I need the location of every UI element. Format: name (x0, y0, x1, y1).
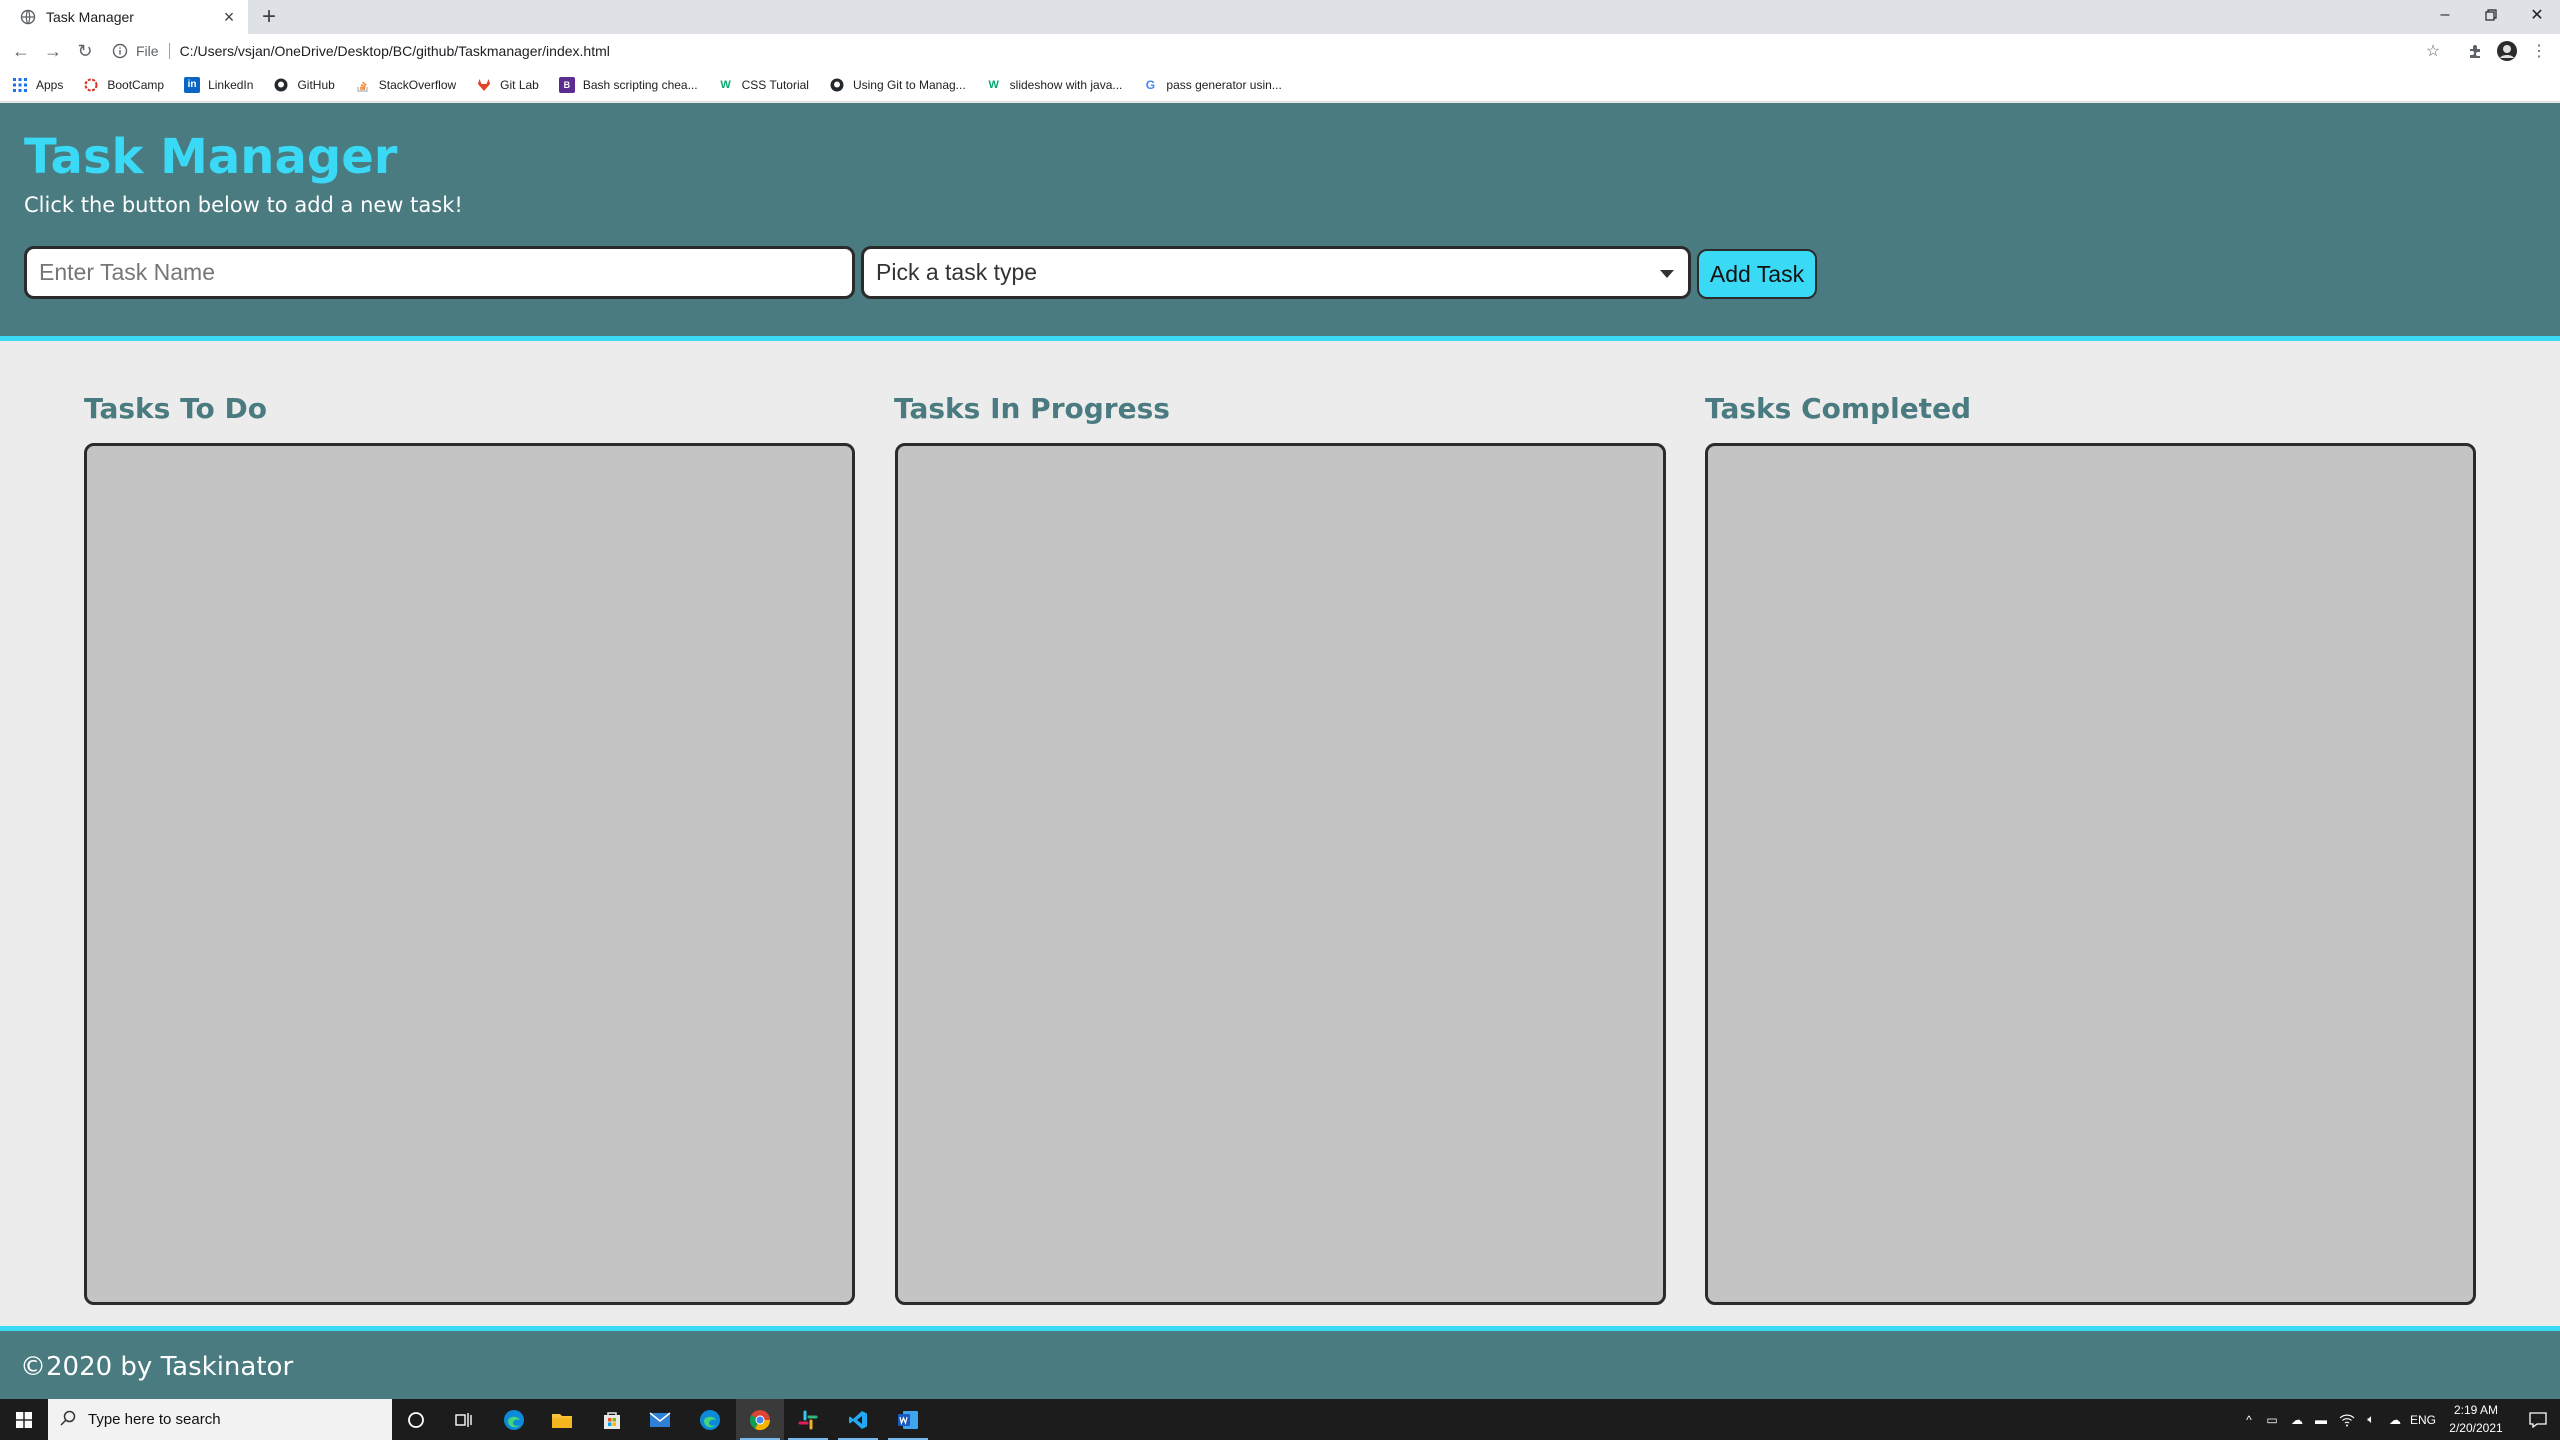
address-bar[interactable]: File C:/Users/vsjan/OneDrive/Desktop/BC/… (112, 38, 610, 64)
volume-icon[interactable]: 🔈︎ (2360, 1399, 2382, 1440)
close-tab-icon[interactable]: × (218, 6, 240, 28)
info-icon[interactable] (112, 43, 128, 59)
bookmark-using-git[interactable]: Using Git to Manag... (829, 77, 966, 93)
forward-icon[interactable]: → (40, 38, 66, 64)
github-icon (829, 77, 845, 93)
bookmarks-bar: Apps BootCamp in LinkedIn GitHub StackOv… (0, 68, 2560, 102)
bash-icon: B (558, 76, 575, 93)
tasks-completed-title: Tasks Completed (1705, 392, 1972, 425)
task-type-value: Pick a task type (876, 259, 1038, 285)
page-header: Task Manager Click the button below to a… (0, 103, 2560, 341)
url-separator (168, 43, 170, 59)
battery-icon[interactable]: ▬ (2310, 1399, 2332, 1440)
profile-avatar-icon[interactable] (2494, 38, 2520, 64)
clock-date: 2/20/2021 (2449, 1421, 2503, 1435)
task-name-input[interactable] (24, 246, 855, 299)
bookmark-github[interactable]: GitHub (273, 77, 335, 93)
bookmark-label: StackOverflow (378, 77, 457, 92)
stackoverflow-icon (355, 77, 371, 93)
onedrive-cloud-icon[interactable]: ☁ (2384, 1399, 2406, 1440)
file-explorer-icon[interactable] (538, 1399, 586, 1440)
minimize-icon[interactable]: – (2422, 0, 2468, 30)
page-footer: ©2020 by Taskinator (0, 1326, 2560, 1399)
mail-icon[interactable] (636, 1399, 684, 1440)
tasks-to-do-title: Tasks To Do (84, 392, 267, 425)
word-icon[interactable] (884, 1399, 932, 1440)
restore-icon[interactable] (2468, 0, 2514, 30)
taskbar-search-box[interactable]: Type here to search (48, 1399, 392, 1440)
url-text: C:/Users/vsjan/OneDrive/Desktop/BC/githu… (179, 43, 610, 59)
bookmark-stackoverflow[interactable]: StackOverflow (355, 77, 456, 93)
url-scheme: File (136, 43, 159, 59)
tasks-to-do-list[interactable] (84, 443, 855, 1305)
meet-now-icon[interactable]: ▭ (2262, 1399, 2282, 1440)
search-icon (60, 1410, 76, 1430)
windows-start-icon[interactable] (0, 1399, 48, 1440)
bookmark-label: LinkedIn (208, 77, 254, 92)
close-window-icon[interactable]: ✕ (2514, 0, 2560, 30)
globe-icon (20, 9, 36, 25)
tray-overflow-icon[interactable]: ^ (2240, 1399, 2258, 1440)
footer-copyright: ©2020 by Taskinator (20, 1352, 294, 1382)
bookmark-label: Git Lab (500, 77, 539, 92)
bookmark-label: Bash scripting chea... (582, 77, 698, 92)
language-indicator[interactable]: ENG (2408, 1399, 2438, 1440)
reload-icon[interactable]: ↻ (72, 38, 98, 64)
chevron-down-icon (1658, 259, 1676, 286)
notifications-icon[interactable] (2516, 1399, 2560, 1440)
bookmark-label: slideshow with java... (1009, 77, 1123, 92)
edge-icon[interactable] (490, 1399, 538, 1440)
bookmark-label: BootCamp (107, 77, 165, 92)
browser-menu-icon[interactable]: ⋮ (2526, 38, 2552, 64)
clock-time: 2:19 AM (2453, 1403, 2499, 1417)
page-subtitle: Click the button below to add a new task… (24, 193, 463, 217)
slack-icon[interactable] (784, 1399, 832, 1440)
bookmark-apps[interactable]: Apps (12, 77, 63, 93)
chrome-icon[interactable] (736, 1399, 784, 1440)
gitlab-icon (476, 77, 492, 93)
browser-tab[interactable]: Task Manager × (0, 0, 248, 34)
edge-icon[interactable] (686, 1399, 734, 1440)
task-type-select[interactable]: Pick a task type (861, 246, 1691, 299)
google-icon: G (1145, 77, 1156, 92)
new-tab-icon[interactable]: + (256, 3, 282, 30)
tasks-in-progress-list[interactable] (895, 443, 1666, 1305)
windows-taskbar: Type here to search ^ ▭ ☁ ▬ 🔈︎ ☁ ENG 2:1… (0, 1399, 2560, 1440)
bookmark-label: CSS Tutorial (741, 77, 809, 92)
tab-title: Task Manager (46, 9, 134, 25)
bookmark-bash[interactable]: B Bash scripting chea... (558, 76, 698, 93)
bootcamp-icon (83, 77, 99, 93)
linkedin-icon: in (184, 76, 201, 93)
star-bookmark-icon[interactable]: ☆ (2420, 38, 2446, 64)
add-task-button[interactable]: Add Task (1697, 249, 1817, 299)
bookmark-bootcamp[interactable]: BootCamp (83, 77, 164, 93)
tasks-completed-list[interactable] (1705, 443, 2476, 1305)
bookmark-label: GitHub (297, 77, 335, 92)
bookmark-label: Using Git to Manag... (852, 77, 966, 92)
task-view-icon[interactable] (440, 1399, 488, 1440)
page-title: Task Manager (24, 129, 398, 185)
store-icon[interactable] (588, 1399, 636, 1440)
w3schools-icon: W (720, 78, 731, 91)
bookmark-css-tutorial[interactable]: W CSS Tutorial (718, 77, 809, 93)
back-icon[interactable]: ← (8, 38, 34, 64)
network-icon[interactable] (2336, 1399, 2358, 1440)
bookmark-gitlab[interactable]: Git Lab (476, 77, 539, 93)
bookmark-label: Apps (36, 77, 64, 92)
tasks-in-progress-title: Tasks In Progress (894, 392, 1170, 425)
bookmark-label: pass generator usin... (1166, 77, 1282, 92)
bookmark-pass-generator[interactable]: G pass generator usin... (1142, 77, 1282, 93)
taskbar-clock[interactable]: 2:19 AM 2/20/2021 (2436, 1401, 2516, 1437)
taskbar-search-placeholder: Type here to search (88, 1411, 221, 1428)
bookmark-linkedin[interactable]: in LinkedIn (184, 76, 254, 93)
browser-tab-strip: Task Manager × + – ✕ (0, 0, 2560, 34)
onedrive-icon[interactable]: ☁ (2286, 1399, 2308, 1440)
w3schools-icon: W (988, 78, 999, 91)
cortana-icon[interactable] (392, 1399, 440, 1440)
vscode-icon[interactable] (834, 1399, 882, 1440)
extensions-icon[interactable] (2462, 38, 2488, 64)
apps-grid-icon (12, 77, 28, 93)
github-icon (273, 77, 289, 93)
bookmark-slideshow[interactable]: W slideshow with java... (986, 77, 1123, 93)
